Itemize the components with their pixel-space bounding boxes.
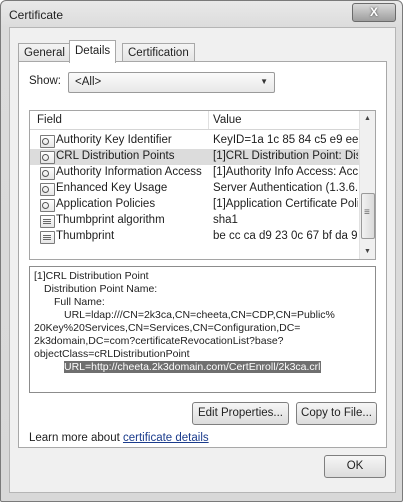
fields-list[interactable]: Field Value Authority Key Identifier Key… bbox=[29, 110, 376, 260]
tab-general[interactable]: General bbox=[18, 43, 71, 62]
field-value: sha1 bbox=[213, 214, 238, 226]
tab-certification-path[interactable]: Certification Path bbox=[122, 43, 195, 77]
title-bar[interactable]: Certificate X bbox=[1, 1, 402, 27]
field-value: KeyID=1a 1c 85 84 c5 e9 ee 0... bbox=[213, 134, 358, 146]
close-button[interactable]: X bbox=[352, 3, 396, 22]
list-item[interactable]: Enhanced Key Usage Server Authentication… bbox=[30, 181, 360, 197]
chevron-down-icon: ▼ bbox=[260, 77, 268, 86]
field-value: [1]CRL Distribution Point: Distr... bbox=[213, 150, 358, 162]
certificate-dialog: Certificate X General Details Certificat… bbox=[0, 0, 403, 502]
certificate-details-link[interactable]: certificate details bbox=[123, 432, 209, 444]
window-title: Certificate bbox=[9, 8, 64, 22]
field-value: Server Authentication (1.3.6.... bbox=[213, 182, 358, 194]
column-header-value[interactable]: Value bbox=[213, 114, 242, 126]
detail-line: 20Key%20Services,CN=Services,CN=Configur… bbox=[34, 322, 301, 334]
field-name: Enhanced Key Usage bbox=[56, 182, 168, 194]
field-name: Application Policies bbox=[56, 198, 156, 210]
edit-properties-button[interactable]: Edit Properties... bbox=[192, 402, 289, 425]
detail-line: Distribution Point Name: bbox=[44, 283, 158, 295]
tab-details[interactable]: Details bbox=[69, 40, 117, 63]
show-dropdown[interactable]: <All> ▼ bbox=[68, 72, 275, 93]
list-item[interactable]: Authority Information Access [1]Authorit… bbox=[30, 165, 360, 181]
detail-line: URL=ldap:///CN=2k3ca,CN=cheeta,CN=CDP,CN… bbox=[64, 309, 335, 321]
certificate-extension-icon bbox=[40, 183, 55, 196]
scroll-up-icon[interactable]: ▲ bbox=[360, 111, 375, 126]
field-name: Authority Key Identifier bbox=[56, 134, 172, 146]
learn-more-text: Learn more about certificate details bbox=[29, 432, 209, 444]
field-name: Thumbprint bbox=[56, 230, 115, 242]
field-name: Authority Information Access bbox=[56, 166, 202, 178]
property-document-icon bbox=[40, 215, 55, 228]
property-document-icon bbox=[40, 231, 55, 244]
scroll-down-icon[interactable]: ▼ bbox=[360, 244, 375, 259]
list-item[interactable]: Thumbprint algorithm sha1 bbox=[30, 213, 360, 229]
copy-to-file-button[interactable]: Copy to File... bbox=[296, 402, 377, 425]
certificate-extension-icon bbox=[40, 199, 55, 212]
field-value: [1]Authority Info Access: Acc... bbox=[213, 166, 358, 178]
list-item[interactable]: Thumbprint be cc ca d9 23 0c 67 bf da 9e… bbox=[30, 229, 360, 245]
field-name: CRL Distribution Points bbox=[56, 150, 175, 162]
show-selected-value: <All> bbox=[75, 76, 102, 88]
learn-more-prefix: Learn more about bbox=[29, 432, 123, 444]
ok-button[interactable]: OK bbox=[324, 455, 386, 478]
certificate-extension-icon bbox=[40, 167, 55, 180]
list-item-selected[interactable]: CRL Distribution Points [1]CRL Distribut… bbox=[30, 149, 360, 165]
show-label: Show: bbox=[29, 75, 61, 87]
column-header-field[interactable]: Field bbox=[37, 114, 62, 126]
field-value: [1]Application Certificate Polic... bbox=[213, 198, 358, 210]
detail-line: [1]CRL Distribution Point bbox=[34, 270, 149, 282]
certificate-extension-icon bbox=[40, 151, 55, 164]
column-divider[interactable] bbox=[208, 111, 209, 129]
certificate-extension-icon bbox=[40, 135, 55, 148]
field-name: Thumbprint algorithm bbox=[56, 214, 165, 226]
field-detail-textbox[interactable]: [1]CRL Distribution Point Distribution P… bbox=[29, 266, 376, 393]
detail-line: 2k3domain,DC=com?certificateRevocationLi… bbox=[34, 335, 284, 347]
detail-line: Full Name: bbox=[54, 296, 105, 308]
list-item[interactable]: Authority Key Identifier KeyID=1a 1c 85 … bbox=[30, 133, 360, 149]
field-value: be cc ca d9 23 0c 67 bf da 9e ... bbox=[213, 230, 358, 242]
dialog-client-area: General Details Certification Path Show:… bbox=[9, 27, 396, 493]
list-header: Field Value bbox=[30, 111, 360, 130]
selected-text: URL=http://cheeta.2k3domain.com/CertEnro… bbox=[64, 361, 321, 373]
list-item[interactable]: Application Policies [1]Application Cert… bbox=[30, 197, 360, 213]
detail-line-highlighted: URL=http://cheeta.2k3domain.com/CertEnro… bbox=[64, 361, 321, 374]
details-tab-panel: Show: <All> ▼ Field Value Authority Key … bbox=[18, 61, 387, 448]
close-icon: X bbox=[369, 5, 378, 19]
detail-line: objectClass=cRLDistributionPoint bbox=[34, 348, 190, 360]
scrollbar-thumb[interactable] bbox=[361, 193, 375, 239]
vertical-scrollbar[interactable]: ▲ ▼ bbox=[359, 111, 375, 259]
